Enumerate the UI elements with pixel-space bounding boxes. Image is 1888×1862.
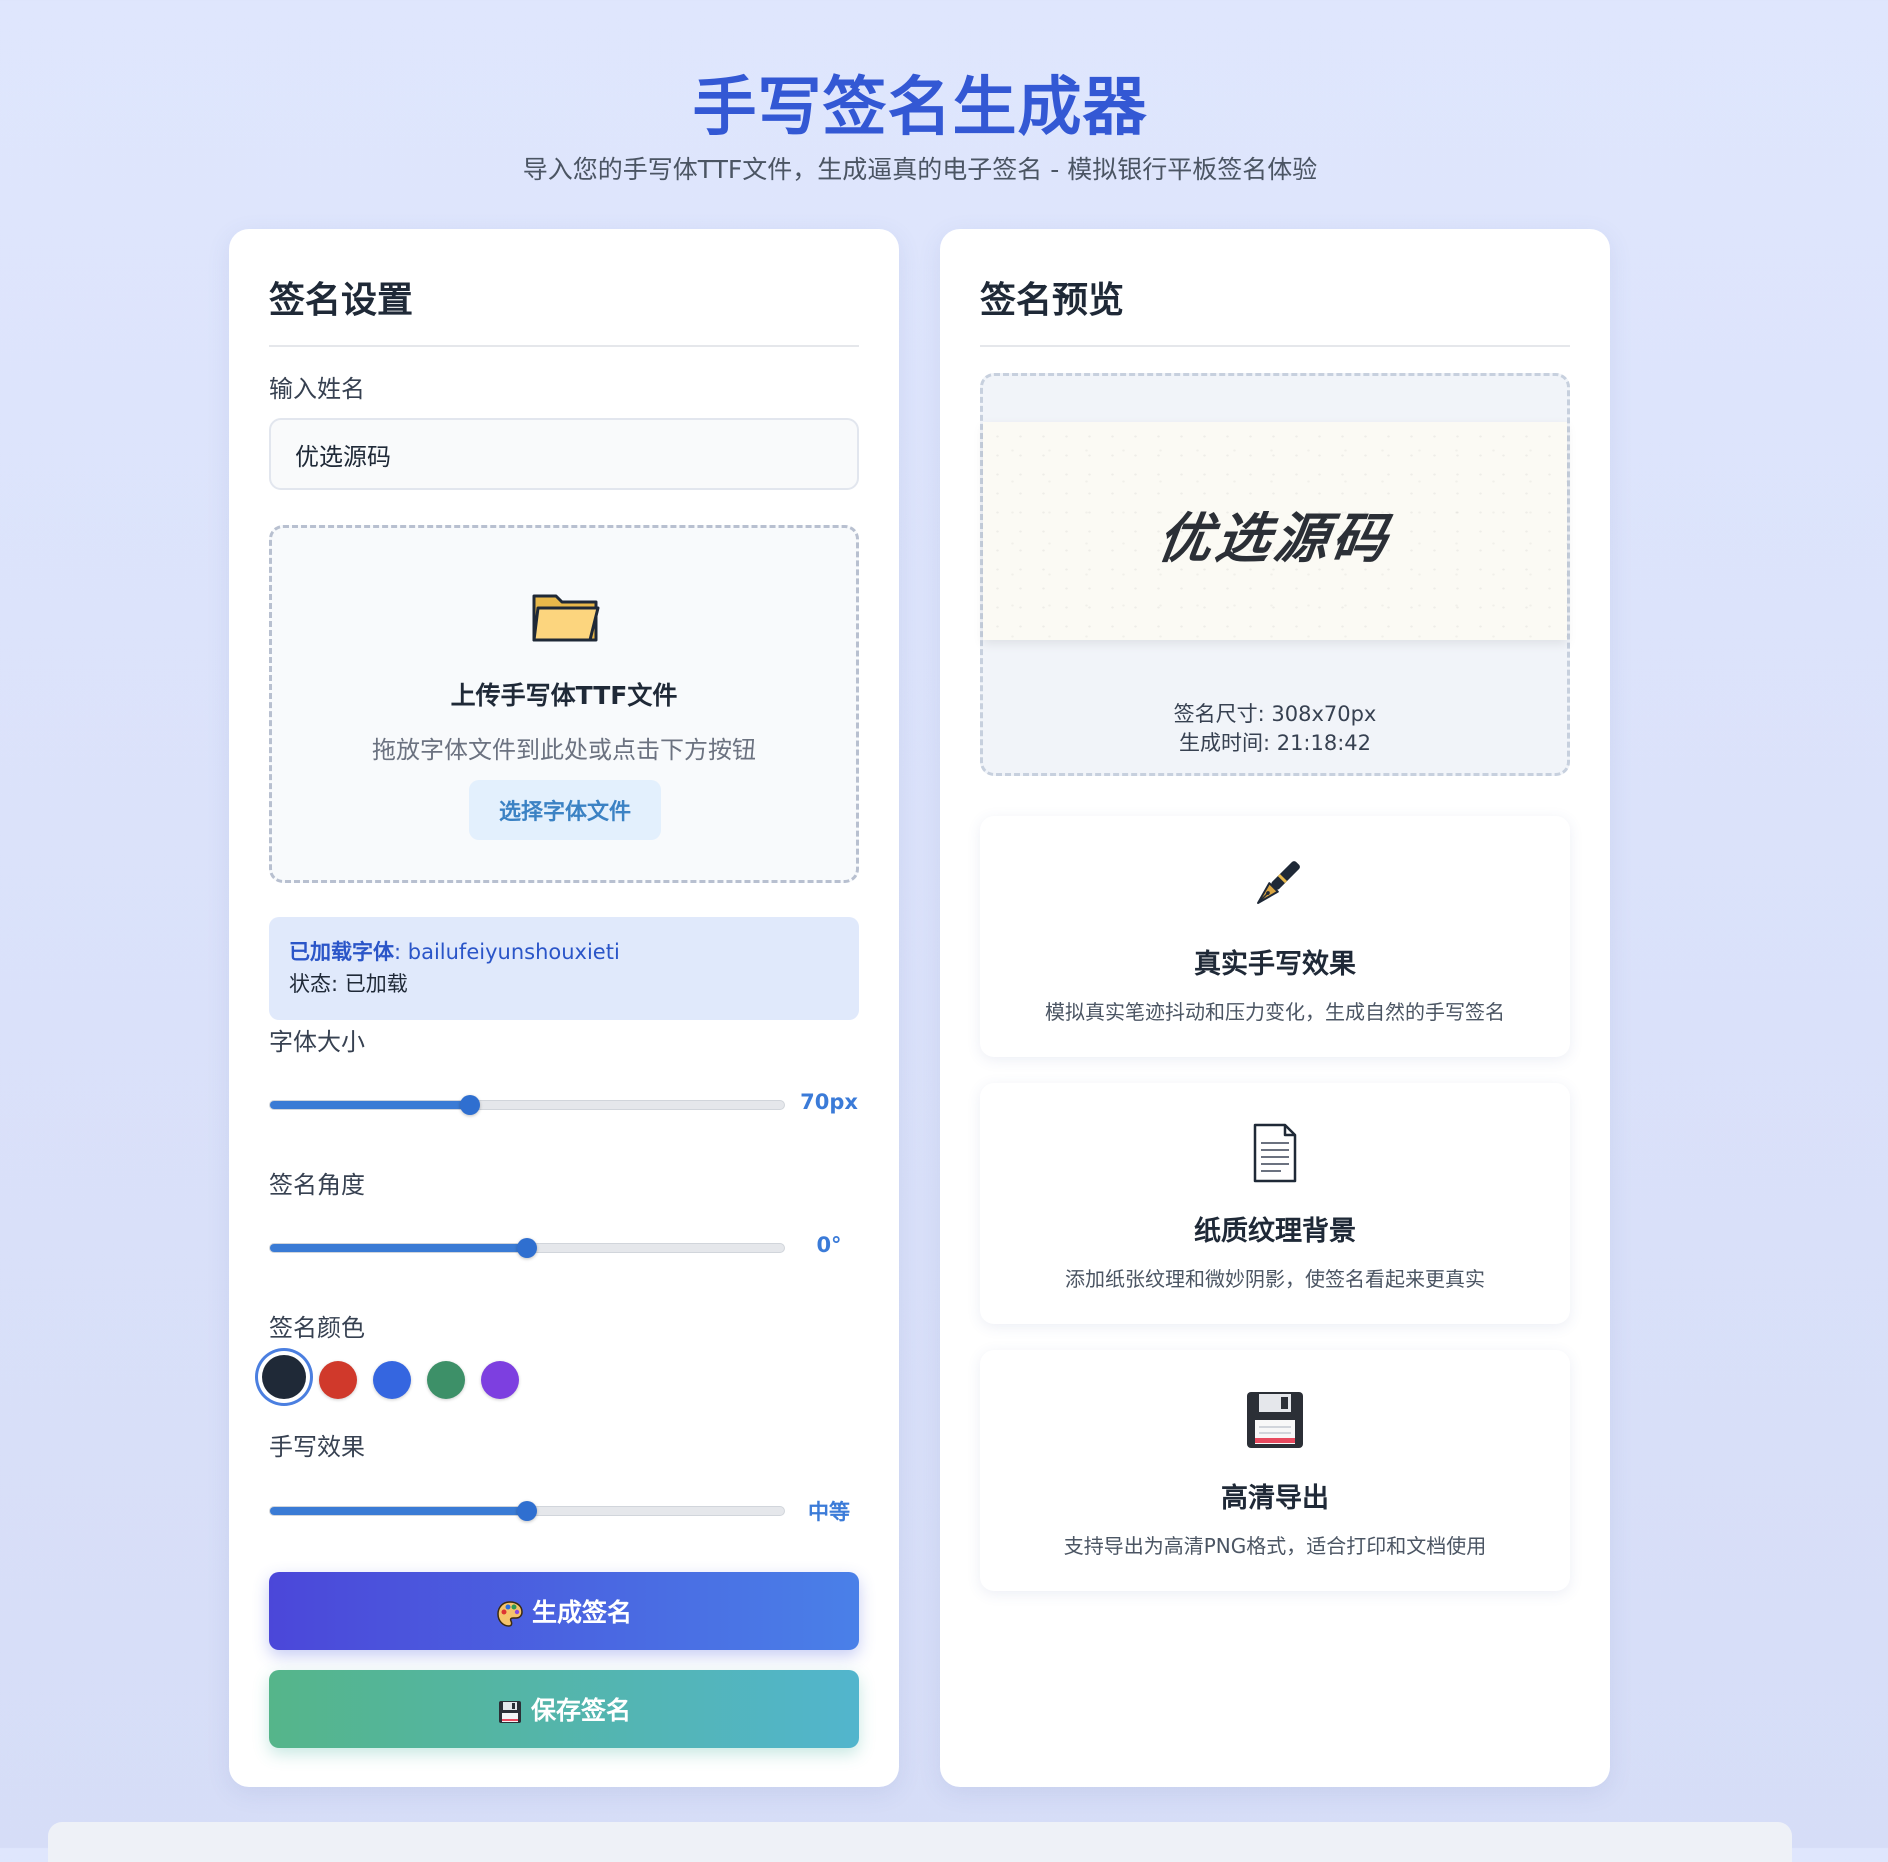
preview-panel: 签名预览 优选源码 签名尺寸: 308x70px 生成时间: 21:18:42 … bbox=[940, 229, 1610, 1787]
choose-font-button[interactable]: 选择字体文件 bbox=[469, 780, 661, 840]
signature-text: 优选源码 bbox=[1153, 506, 1395, 570]
font-size-slider[interactable]: 70px bbox=[269, 1084, 859, 1124]
preview-heading: 签名预览 bbox=[980, 271, 1570, 347]
settings-panel: 签名设置 输入姓名 上传手写体TTF文件 拖放字体文件到此处或点击下方按钮 选择… bbox=[229, 229, 899, 1787]
slider-handle[interactable] bbox=[460, 1095, 480, 1115]
name-input[interactable] bbox=[269, 418, 859, 490]
signature-preview-box: 优选源码 签名尺寸: 308x70px 生成时间: 21:18:42 bbox=[980, 373, 1570, 776]
color-label: 签名颜色 bbox=[269, 1314, 365, 1342]
feature-card-export: 高清导出 支持导出为高清PNG格式，适合打印和文档使用 bbox=[980, 1350, 1570, 1591]
feature-card-realistic: 真实手写效果 模拟真实笔迹抖动和压力变化，生成自然的手写签名 bbox=[980, 816, 1570, 1057]
color-swatch[interactable] bbox=[427, 1361, 465, 1399]
signature-meta: 签名尺寸: 308x70px 生成时间: 21:18:42 bbox=[983, 700, 1567, 758]
signature-time: 生成时间: 21:18:42 bbox=[1178, 731, 1372, 755]
feature-desc: 添加纸张纹理和微妙阴影，使签名看起来更真实 bbox=[1065, 1267, 1485, 1291]
feature-title: 纸质纹理背景 bbox=[1194, 1216, 1356, 1247]
signature-canvas: 优选源码 bbox=[983, 422, 1567, 640]
page-subtitle: 导入您的手写体TTF文件，生成逼真的电子签名 - 模拟银行平板签名体验 bbox=[522, 155, 1318, 184]
slider-fill bbox=[270, 1101, 471, 1109]
effect-slider[interactable]: 中等 bbox=[269, 1490, 859, 1530]
angle-value: 0° bbox=[816, 1233, 842, 1257]
feature-desc: 支持导出为高清PNG格式，适合打印和文档使用 bbox=[1063, 1534, 1487, 1558]
footer-bar bbox=[48, 1822, 1792, 1862]
color-swatch[interactable] bbox=[319, 1361, 357, 1399]
effect-label: 手写效果 bbox=[269, 1433, 365, 1461]
loaded-font-name: : bailufeiyunshouxieti bbox=[394, 940, 620, 964]
loaded-font-line: 已加载字体: bailufeiyunshouxieti bbox=[289, 937, 839, 967]
settings-heading: 签名设置 bbox=[269, 271, 859, 347]
generate-label: 生成签名 bbox=[531, 1598, 632, 1627]
fountain-pen-icon bbox=[1257, 861, 1300, 904]
name-label: 输入姓名 bbox=[269, 375, 365, 403]
feature-desc: 模拟真实笔迹抖动和压力变化，生成自然的手写签名 bbox=[1045, 1000, 1505, 1024]
upload-hint: 拖放字体文件到此处或点击下方按钮 bbox=[372, 736, 756, 764]
page-title: 手写签名生成器 bbox=[692, 71, 1148, 145]
slider-handle[interactable] bbox=[517, 1501, 537, 1521]
slider-fill bbox=[270, 1244, 528, 1252]
signature-size: 签名尺寸: 308x70px bbox=[1173, 702, 1377, 726]
loaded-font-key: 已加载字体 bbox=[289, 940, 394, 964]
angle-slider[interactable]: 0° bbox=[269, 1227, 859, 1267]
color-swatch[interactable] bbox=[262, 1355, 306, 1399]
color-swatches bbox=[262, 1353, 562, 1409]
floppy-disk-icon bbox=[1247, 1392, 1303, 1448]
effect-value: 中等 bbox=[808, 1500, 850, 1524]
folder-icon bbox=[532, 594, 600, 642]
floppy-disk-icon bbox=[498, 1701, 521, 1723]
generate-signature-button[interactable]: 生成签名 bbox=[269, 1572, 859, 1650]
feature-title: 高清导出 bbox=[1221, 1483, 1329, 1514]
font-status: 状态: 已加载 bbox=[289, 972, 408, 996]
document-icon bbox=[1253, 1123, 1297, 1183]
font-upload-dropzone[interactable]: 上传手写体TTF文件 拖放字体文件到此处或点击下方按钮 选择字体文件 bbox=[269, 525, 859, 883]
feature-card-paper: 纸质纹理背景 添加纸张纹理和微妙阴影，使签名看起来更真实 bbox=[980, 1083, 1570, 1324]
font-size-label: 字体大小 bbox=[269, 1028, 365, 1056]
upload-title: 上传手写体TTF文件 bbox=[450, 681, 678, 710]
save-signature-button[interactable]: 保存签名 bbox=[269, 1670, 859, 1748]
slider-track[interactable] bbox=[269, 1100, 785, 1110]
slider-fill bbox=[270, 1507, 528, 1515]
save-label: 保存签名 bbox=[530, 1696, 631, 1725]
palette-icon bbox=[497, 1601, 523, 1627]
angle-label: 签名角度 bbox=[269, 1171, 365, 1199]
slider-handle[interactable] bbox=[517, 1238, 537, 1258]
feature-title: 真实手写效果 bbox=[1194, 949, 1356, 980]
font-size-value: 70px bbox=[800, 1090, 858, 1114]
color-swatch[interactable] bbox=[373, 1361, 411, 1399]
color-swatch[interactable] bbox=[481, 1361, 519, 1399]
font-info-box: 已加载字体: bailufeiyunshouxieti 状态: 已加载 bbox=[269, 917, 859, 1020]
